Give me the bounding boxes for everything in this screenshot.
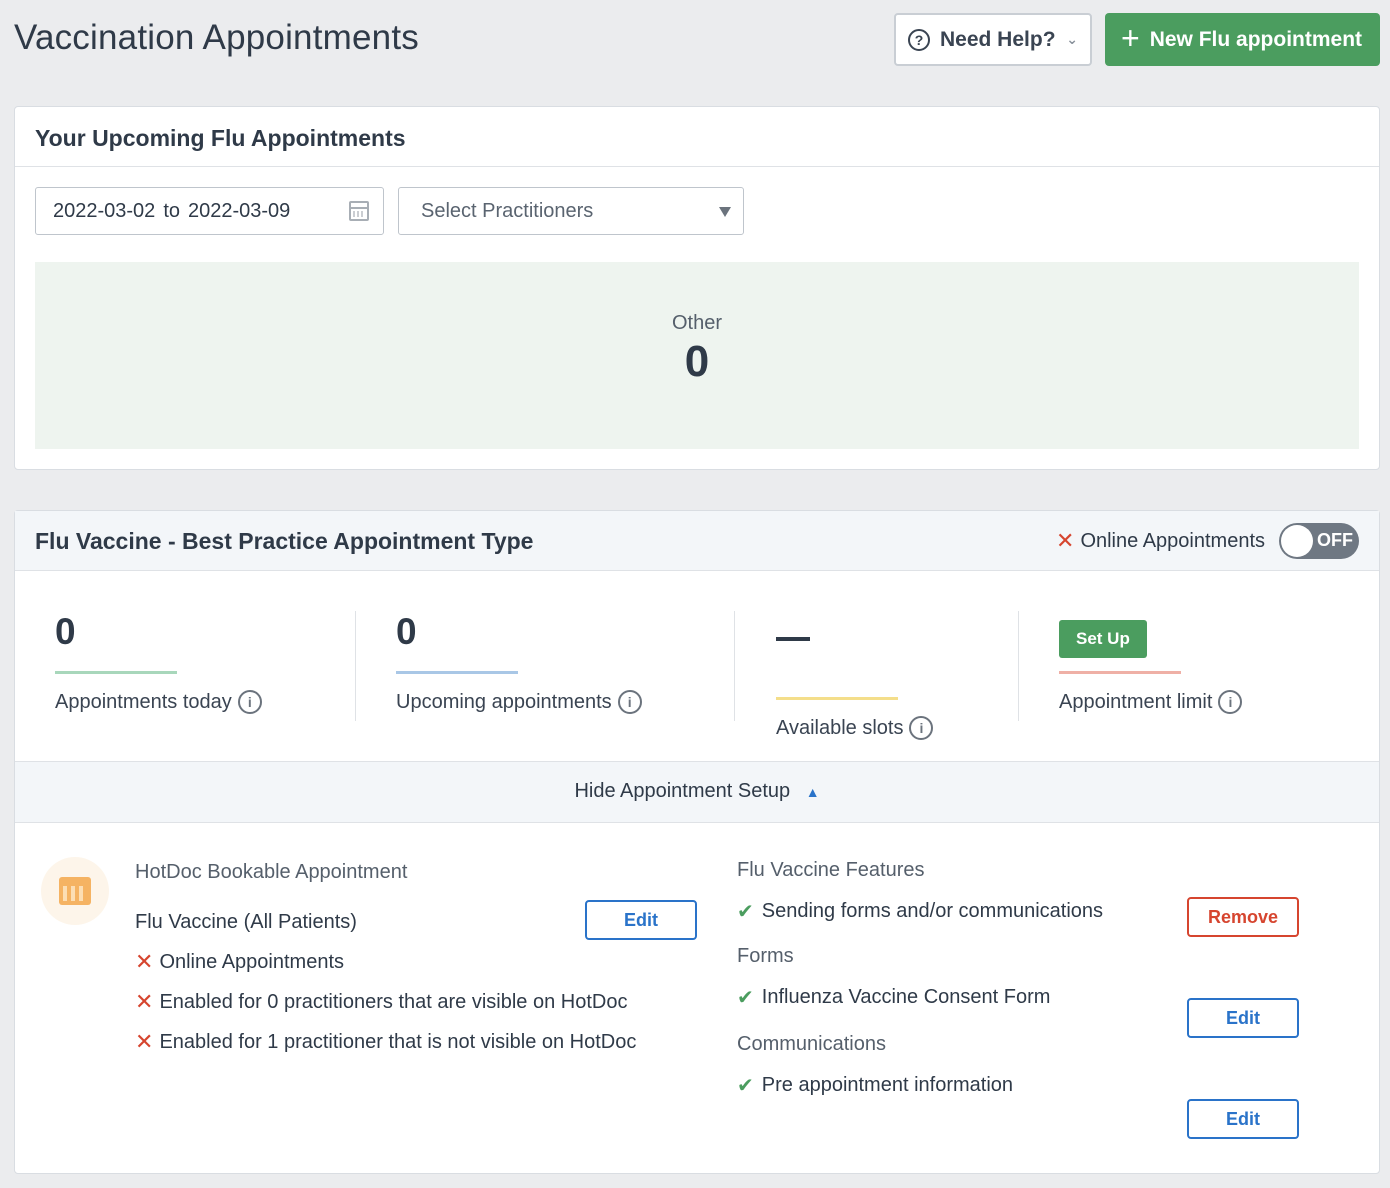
- appointment-type-card: Flu Vaccine - Best Practice Appointment …: [14, 510, 1380, 1174]
- practitioners-placeholder: Select Practitioners: [421, 199, 594, 222]
- metric-bar: [1059, 671, 1181, 674]
- date-from: 2022-03-02: [53, 199, 156, 222]
- other-stat-box: Other 0: [35, 262, 1359, 449]
- empty-dash: [776, 637, 810, 641]
- calendar-icon[interactable]: [349, 201, 369, 221]
- practitioners-select[interactable]: Select Practitioners: [398, 187, 744, 235]
- list-item-text: Online Appointments: [159, 950, 344, 973]
- calendar-icon: [59, 877, 91, 905]
- online-appointments-label: Online Appointments: [1080, 529, 1265, 552]
- question-icon: ?: [908, 28, 930, 51]
- communication-text: Pre appointment information: [761, 1073, 1014, 1096]
- cross-icon: ✕: [1056, 528, 1075, 553]
- online-appointments-status: ✕ Online Appointments OFF: [1056, 523, 1359, 559]
- cross-icon: ✕: [135, 989, 154, 1014]
- metric-value: [776, 637, 933, 681]
- date-separator: to: [163, 199, 180, 222]
- appointment-type-title: Flu Vaccine - Best Practice Appointment …: [35, 528, 534, 554]
- metric-label-row: Appointment limit i: [1059, 690, 1243, 714]
- check-icon: ✔: [737, 986, 754, 1009]
- edit-form-button[interactable]: Edit: [1187, 998, 1299, 1038]
- hide-appointment-setup-toggle[interactable]: Hide Appointment Setup ▲: [15, 761, 1379, 823]
- cross-icon: ✕: [135, 1029, 154, 1054]
- info-icon[interactable]: i: [1218, 690, 1243, 714]
- metric-label: Upcoming appointments: [396, 690, 612, 713]
- list-item-text: Enabled for 1 practitioner that is not v…: [159, 1030, 637, 1053]
- form-text: Influenza Vaccine Consent Form: [761, 985, 1051, 1008]
- metrics-row: 0 Appointments today i 0 Upcoming appoin…: [15, 571, 1379, 761]
- metric-label: Available slots: [776, 716, 904, 739]
- plus-icon: +: [1121, 20, 1140, 56]
- list-item: ✕ Enabled for 0 practitioners that are v…: [135, 982, 705, 1022]
- forms-title: Forms: [737, 945, 794, 967]
- metric-bar: [55, 671, 177, 674]
- chevron-up-icon: ▲: [805, 784, 820, 800]
- metric-label: Appointment limit: [1059, 690, 1213, 713]
- other-stat-value: 0: [684, 337, 710, 386]
- need-help-label: Need Help?: [940, 27, 1056, 51]
- list-item-text: Enabled for 0 practitioners that are vis…: [159, 990, 628, 1013]
- metric-bar: [776, 697, 898, 700]
- toggle-knob: [1281, 525, 1313, 557]
- info-icon[interactable]: i: [909, 716, 934, 740]
- bookable-title: HotDoc Bookable Appointment: [135, 861, 408, 883]
- features-title: Flu Vaccine Features: [737, 859, 925, 881]
- info-icon[interactable]: i: [617, 690, 642, 714]
- calendar-badge: [41, 857, 109, 925]
- info-icon[interactable]: i: [237, 690, 262, 714]
- metric-bar: [396, 671, 518, 674]
- check-icon: ✔: [737, 900, 754, 923]
- date-to: 2022-03-09: [188, 199, 291, 222]
- new-flu-appointment-label: New Flu appointment: [1149, 27, 1363, 51]
- divider: [734, 611, 735, 721]
- remove-feature-button[interactable]: Remove: [1187, 897, 1299, 937]
- other-stat-label: Other: [671, 312, 723, 334]
- metric-label-row: Appointments today i: [55, 690, 262, 714]
- edit-communication-button[interactable]: Edit: [1187, 1099, 1299, 1139]
- list-item: ✕ Enabled for 1 practitioner that is not…: [135, 1022, 705, 1062]
- divider: [1018, 611, 1019, 721]
- set-up-button[interactable]: Set Up: [1059, 620, 1147, 658]
- metric-appointment-limit: Set Up Appointment limit i: [1059, 611, 1243, 721]
- metric-upcoming-appointments: 0 Upcoming appointments i: [396, 611, 642, 721]
- date-range-input[interactable]: 2022-03-02 to 2022-03-09: [35, 187, 384, 235]
- metric-value: Set Up: [1059, 611, 1242, 658]
- metric-appointments-today: 0 Appointments today i: [55, 611, 262, 721]
- online-appointments-toggle[interactable]: OFF: [1279, 523, 1359, 559]
- bookable-name: Flu Vaccine (All Patients): [135, 910, 357, 933]
- feature-text: Sending forms and/or communications: [761, 899, 1104, 922]
- hide-setup-label: Hide Appointment Setup: [574, 780, 791, 802]
- toggle-state: OFF: [1317, 530, 1353, 550]
- metric-label-row: Upcoming appointments i: [396, 690, 642, 714]
- appointment-type-header: Flu Vaccine - Best Practice Appointment …: [15, 511, 1379, 571]
- metric-available-slots: Available slots i: [776, 611, 934, 740]
- metric-value: 0: [396, 611, 417, 652]
- dropdown-arrow-icon: [719, 207, 731, 217]
- metric-value: 0: [55, 611, 76, 652]
- page-title: Vaccination Appointments: [14, 18, 419, 57]
- check-icon: ✔: [737, 1074, 754, 1097]
- divider: [355, 611, 356, 721]
- edit-bookable-button[interactable]: Edit: [585, 900, 697, 940]
- bookable-appointment-section: HotDoc Bookable Appointment Flu Vaccine …: [135, 861, 705, 1062]
- cross-icon: ✕: [135, 949, 154, 974]
- list-item: ✕ Online Appointments: [135, 942, 705, 982]
- upcoming-card-title: Your Upcoming Flu Appointments: [15, 107, 1379, 167]
- chevron-down-icon: ⌄: [1066, 31, 1078, 47]
- new-flu-appointment-button[interactable]: + New Flu appointment: [1105, 13, 1380, 66]
- need-help-button[interactable]: ? Need Help? ⌄: [894, 13, 1092, 66]
- metric-label: Appointments today: [55, 690, 232, 713]
- upcoming-appointments-card: Your Upcoming Flu Appointments 2022-03-0…: [14, 106, 1380, 470]
- metric-label-row: Available slots i: [776, 716, 934, 740]
